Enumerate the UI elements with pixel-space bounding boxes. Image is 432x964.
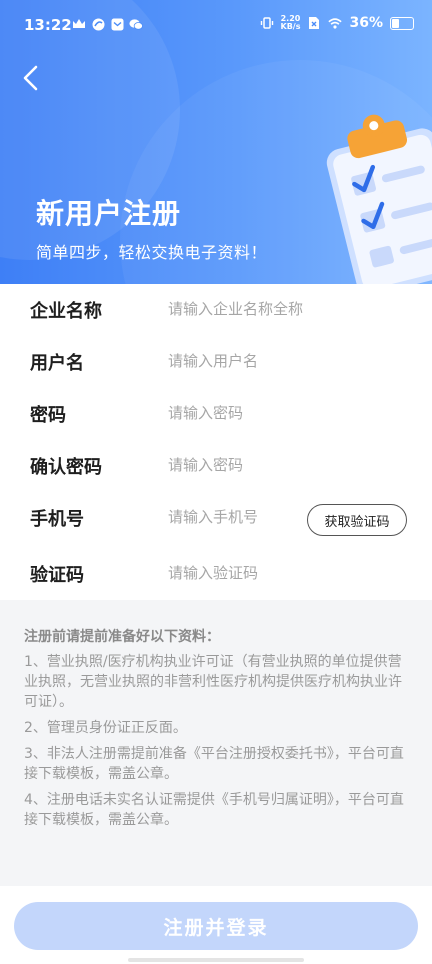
company-row: 企业名称	[0, 284, 432, 336]
app-logo-icon	[91, 17, 105, 31]
username-row: 用户名	[0, 336, 432, 388]
page-title: 新用户注册	[36, 197, 182, 230]
header-banner: 13:22 2.20 KB/s 36% 新用户注册 简单四步，轻松交换电子资料！	[0, 0, 432, 284]
crown-icon	[72, 17, 86, 31]
mail-icon	[110, 17, 124, 31]
verification-code-input[interactable]	[168, 558, 408, 588]
code-label: 验证码	[30, 565, 84, 586]
back-arrow-icon[interactable]	[18, 64, 46, 92]
notice-item: 4、注册电话未实名认证需提供《手机号归属证明》，平台可直接下载模板，需盖公章。	[24, 792, 404, 828]
network-speed: 2.20 KB/s	[281, 15, 301, 31]
confirm-password-input[interactable]	[168, 450, 408, 480]
footer: 注册并登录	[0, 886, 432, 964]
notice-panel: 注册前请提前准备好以下资料： 1、营业执照/医疗机构执业许可证（有营业执照的单位…	[0, 600, 432, 886]
home-indicator[interactable]	[128, 958, 304, 962]
page-subtitle: 简单四步，轻松交换电子资料！	[36, 243, 268, 262]
username-label: 用户名	[30, 353, 84, 374]
notice-list: 1、营业执照/医疗机构执业许可证（有营业执照的单位提供营业执照，无营业执照的非营…	[24, 652, 404, 836]
code-row: 验证码	[0, 548, 432, 600]
notice-item: 3、非法人注册需提前准备《平台注册授权委托书》，平台可直接下载模板，需盖公章。	[24, 746, 404, 782]
clipboard-checklist-icon	[302, 104, 432, 284]
password-input[interactable]	[168, 398, 408, 428]
status-bar: 13:22 2.20 KB/s 36%	[0, 0, 432, 52]
wifi-icon	[328, 16, 343, 30]
get-code-button[interactable]: 获取验证码	[307, 504, 407, 536]
notification-icons	[72, 17, 143, 31]
username-input[interactable]	[168, 346, 408, 376]
company-name-input[interactable]	[168, 294, 408, 324]
password-label: 密码	[30, 405, 66, 426]
battery-icon	[390, 16, 414, 30]
phone-input[interactable]	[168, 502, 300, 532]
confirm-password-label: 确认密码	[30, 457, 102, 478]
vibrate-icon	[260, 16, 274, 30]
password-row: 密码	[0, 388, 432, 440]
company-label: 企业名称	[30, 301, 102, 322]
network-speed-unit: KB/s	[280, 22, 301, 31]
wechat-icon	[129, 17, 143, 31]
notice-title: 注册前请提前准备好以下资料：	[24, 629, 220, 645]
no-sim-icon	[307, 16, 321, 30]
notice-item: 1、营业执照/医疗机构执业许可证（有营业执照的单位提供营业执照，无营业执照的非营…	[24, 654, 402, 710]
notice-item: 2、管理员身份证正反面。	[24, 720, 187, 736]
confirm-password-row: 确认密码	[0, 440, 432, 492]
status-right-icons: 2.20 KB/s 36%	[260, 15, 414, 31]
phone-label: 手机号	[30, 509, 84, 530]
status-time: 13:22	[24, 16, 72, 34]
battery-percent: 36%	[349, 15, 383, 31]
register-login-button[interactable]: 注册并登录	[14, 902, 418, 950]
battery-level	[392, 18, 399, 28]
